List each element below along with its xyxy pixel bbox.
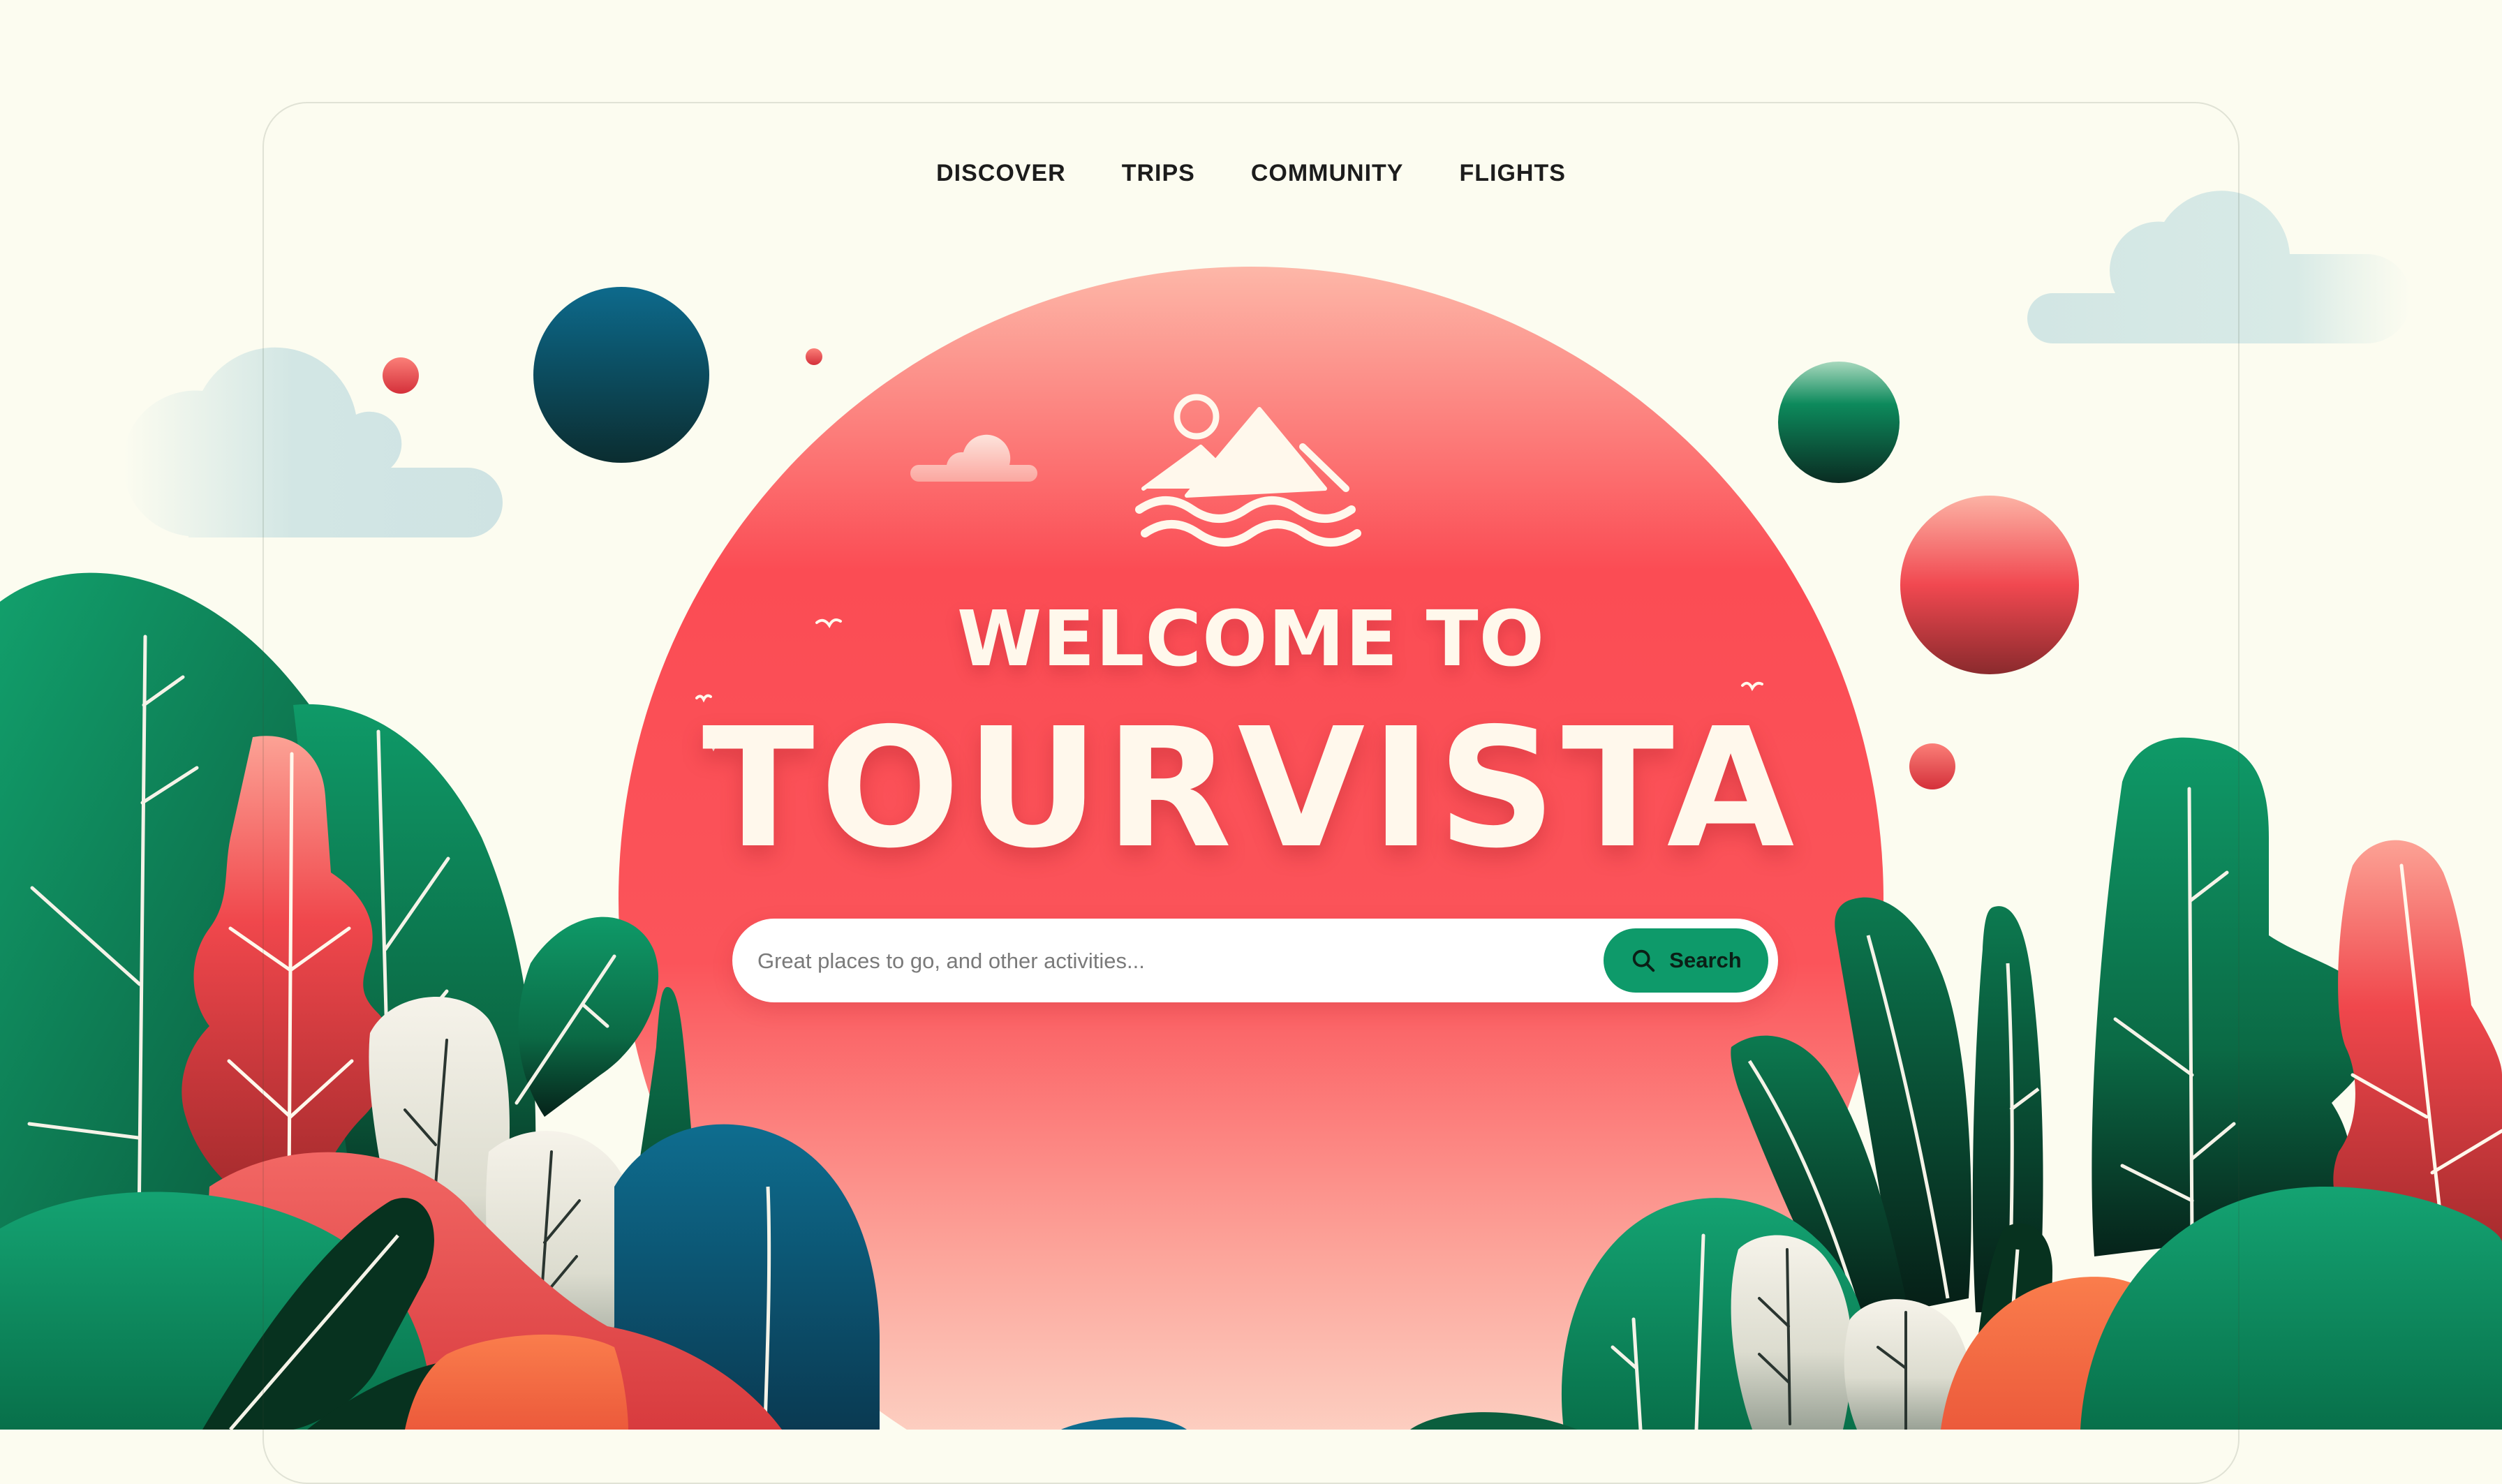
right-cloud <box>2027 191 2412 343</box>
brand-title: TOURVISTA <box>702 692 1800 884</box>
nav-discover[interactable]: DISCOVER <box>936 155 1066 191</box>
nav-community[interactable]: COMMUNITY <box>1251 155 1404 191</box>
search-button-label: Search <box>1669 948 1742 972</box>
welcome-heading: WELCOME TO <box>956 594 1546 683</box>
small-red-orb-left <box>383 357 419 394</box>
left-cloud <box>122 347 503 537</box>
search-button[interactable]: Search <box>1604 928 1768 993</box>
nav-trips[interactable]: TRIPS <box>1122 155 1195 191</box>
blue-orb <box>533 287 709 463</box>
green-orb <box>1778 362 1900 483</box>
search-icon <box>1633 949 1655 972</box>
top-nav: DISCOVER TRIPS COMMUNITY FLIGHTS <box>0 155 2502 191</box>
search-bar: Search <box>732 919 1778 1004</box>
tiny-red-orb <box>806 348 822 365</box>
nav-flights[interactable]: FLIGHTS <box>1459 155 1565 191</box>
search-input[interactable] <box>756 919 1618 1004</box>
